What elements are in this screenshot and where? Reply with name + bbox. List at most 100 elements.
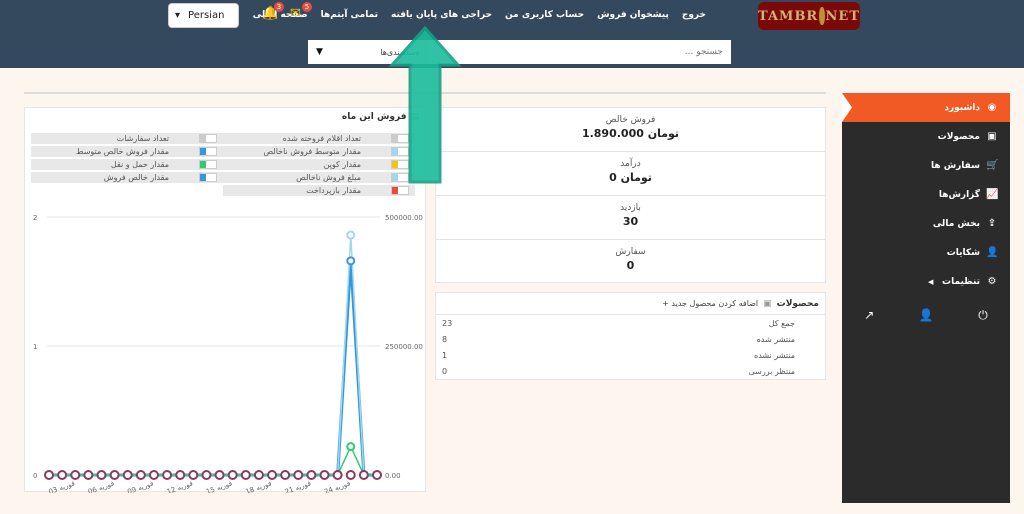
search-input[interactable]: [426, 40, 731, 64]
data-point: [175, 470, 186, 480]
data-point: [83, 470, 94, 480]
product-count-label: جمع کل: [768, 318, 795, 328]
x-tick-label: 21 فوریه: [284, 479, 312, 493]
upload-icon: ⇪: [987, 218, 997, 229]
nav-my-account[interactable]: حساب کاربری من: [505, 10, 584, 20]
briefcase-icon: ▣: [987, 131, 997, 142]
briefcase-icon: ▣: [763, 298, 772, 309]
data-point: [319, 470, 330, 480]
list-item: 1 منتشر نشده: [436, 347, 825, 363]
dashboard-icon: ◉: [987, 102, 997, 113]
data-point: [188, 470, 199, 480]
bell-icon[interactable]: 🔔 3: [262, 2, 284, 21]
user-icon: 👤: [986, 247, 999, 258]
top-header: TAMBR NET صفحه اصلی تمامی آیتم‌ها حراجی ه…: [0, 0, 1024, 68]
list-item: 8 منتشر شده: [436, 331, 825, 347]
profile-icon[interactable]: 👤: [919, 308, 934, 323]
stat-income: درآمد 0 تومان: [436, 152, 825, 196]
sidebar-item-settings[interactable]: ⚙ تنظیمات ◀: [842, 267, 1010, 296]
data-point: [70, 470, 81, 480]
data-point: [57, 470, 68, 480]
data-point: [148, 470, 159, 480]
list-item: 0 منتظر بررسی: [436, 363, 825, 379]
data-point: [135, 470, 146, 480]
nav-logout[interactable]: خروج: [682, 10, 706, 20]
stat-net-sales: فروش خالص 1.890.000 تومان: [436, 108, 825, 152]
left-axis-tick: 2: [33, 214, 37, 222]
sidebar-item-label: محصولات: [937, 131, 980, 142]
chart-icon: 📈: [986, 189, 999, 200]
caret-down-icon: ▼: [316, 47, 323, 57]
data-point: [122, 470, 133, 480]
x-tick-label: 15 فوریه: [205, 479, 233, 493]
caret-left-icon: ◀: [928, 277, 934, 286]
sidebar-item-label: سفارش ها: [930, 160, 980, 171]
x-tick-label: 09 فوریه: [126, 479, 154, 493]
stat-label: بازدید: [620, 203, 641, 213]
product-count-label: منتشر نشده: [754, 350, 795, 360]
stat-views: بازدید 30: [436, 196, 825, 240]
stats-panel: فروش خالص 1.890.000 تومان درآمد 0 تومان با…: [435, 107, 826, 283]
data-point: [201, 470, 212, 480]
x-tick-label: 18 فوریه: [244, 479, 272, 493]
sidebar-item-products[interactable]: ▣ محصولات: [842, 122, 1010, 151]
message-badge: 5: [302, 2, 312, 12]
stat-value: 1.890.000 تومان: [581, 127, 680, 140]
sidebar-item-label: گزارش‌ها: [938, 189, 980, 200]
series-line: [49, 444, 377, 476]
nav-ended-auctions[interactable]: حراجی های پایان یافته: [391, 10, 492, 20]
nav-all-items[interactable]: تمامی آیتم‌ها: [321, 10, 378, 20]
stat-value: 30: [622, 215, 639, 228]
product-count: 0: [442, 366, 448, 376]
series-line: [49, 260, 377, 477]
external-link-icon[interactable]: ↗: [864, 308, 874, 323]
left-axis-tick: 0: [33, 472, 37, 480]
add-product-link[interactable]: + اضافه کردن محصول جدید: [662, 299, 758, 308]
stat-label: فروش خالص: [605, 115, 656, 125]
logo-text-left: TAMBR: [758, 8, 819, 24]
sidebar-item-reports[interactable]: 📈 گزارش‌ها: [842, 180, 1010, 209]
data-point: [346, 256, 356, 266]
notification-badge: 3: [274, 2, 284, 12]
data-point: [332, 470, 343, 480]
products-panel: محصولات ▣ + اضافه کردن محصول جدید 23 جمع …: [435, 292, 826, 380]
data-point: [162, 470, 173, 480]
power-icon[interactable]: ⏻: [978, 308, 988, 323]
sidebar-item-orders[interactable]: 🛒 سفارش ها: [842, 151, 1010, 180]
list-item: 23 جمع کل: [436, 315, 825, 331]
sidebar-item-label: تنظیمات: [942, 276, 980, 287]
chevron-down-icon: ▾: [175, 10, 181, 21]
language-value: Persian: [188, 10, 225, 21]
stat-value: 0 تومان: [609, 171, 652, 184]
right-axis-tick: 250000.00: [385, 343, 423, 351]
data-point: [227, 470, 238, 480]
site-logo[interactable]: TAMBR NET: [758, 2, 860, 30]
series-line: [49, 235, 377, 476]
language-select[interactable]: ▾ Persian: [168, 3, 239, 28]
gear-icon: ⚙: [987, 276, 997, 287]
sidebar-item-finance[interactable]: ⇪ بخش مالی: [842, 209, 1010, 238]
annotation-arrow-icon: [388, 25, 462, 184]
left-axis-tick: 1: [33, 343, 37, 351]
envelope-icon[interactable]: ✉ 5: [290, 2, 312, 21]
data-point: [96, 470, 107, 480]
stat-label: درآمد: [620, 159, 641, 169]
product-count: 23: [442, 318, 453, 328]
sidebar-item-label: شکایات: [946, 247, 980, 258]
logo-text-right: NET: [825, 8, 860, 24]
cart-icon: 🛒: [986, 160, 999, 171]
stat-orders: سفارش 0: [436, 240, 825, 284]
sidebar-item-dashboard[interactable]: ◉ داشبورد: [842, 93, 1010, 122]
nav-seller-dashboard[interactable]: پیشخوان فروش: [597, 10, 669, 20]
data-point: [44, 470, 54, 480]
active-tab-pointer: [842, 93, 852, 122]
data-point: [214, 470, 225, 480]
data-point: [358, 470, 369, 480]
data-point: [346, 442, 356, 452]
main-nav: صفحه اصلی تمامی آیتم‌ها حراجی های پایان …: [253, 10, 706, 20]
data-point: [280, 470, 291, 480]
sidebar-item-label: داشبورد: [944, 102, 980, 113]
data-point: [240, 470, 251, 480]
data-point: [267, 470, 278, 480]
sidebar-item-complaints[interactable]: 👤 شکایات: [842, 238, 1010, 267]
